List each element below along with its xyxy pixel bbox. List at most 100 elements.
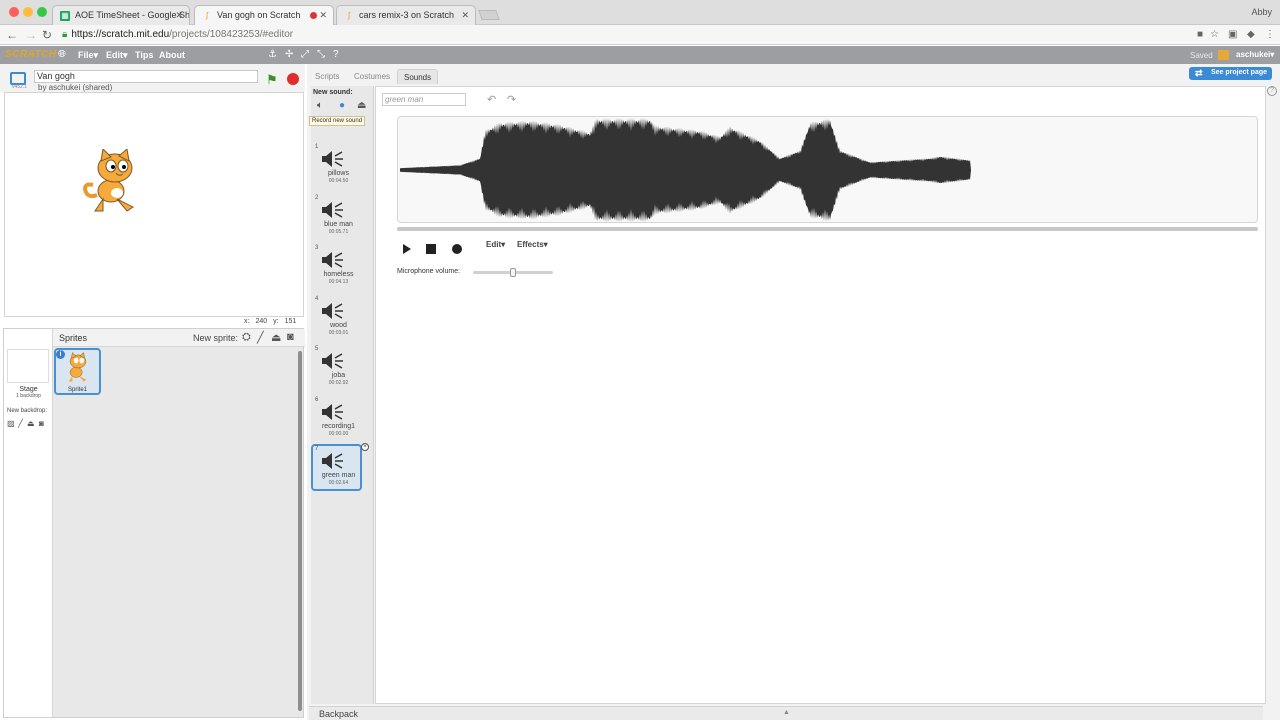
green-flag-icon[interactable]: ⚑ xyxy=(266,72,278,88)
stage-column: Stage 1 backdrop New backdrop: ▨ ╱ ⏏ ◙ xyxy=(4,329,53,717)
close-tab-icon[interactable]: ✕ xyxy=(461,10,469,21)
extension-icon[interactable]: ▣ xyxy=(1228,29,1237,40)
sound-duration: 00:02.64 xyxy=(328,480,349,486)
extension-shield-icon[interactable]: ◆ xyxy=(1247,29,1255,40)
sound-item[interactable]: 2 blue man 00:05.71 xyxy=(313,195,364,242)
scratch-icon: ʃ xyxy=(206,11,208,20)
bookmark-star-icon[interactable]: ☆ xyxy=(1210,29,1219,40)
sound-item[interactable]: 7 green man 00:02.64 × xyxy=(311,443,369,491)
paint-sprite-icon[interactable]: ╱ xyxy=(257,331,264,344)
sound-duration: 00:04.50 xyxy=(328,178,349,184)
editor-area: Scripts Costumes Sounds ⇄ See project pag… xyxy=(307,64,1280,720)
stage-canvas[interactable] xyxy=(4,92,304,317)
edit-menu[interactable]: Edit▾ xyxy=(106,50,128,61)
sound-name: pillows xyxy=(327,170,349,177)
maximize-window-button[interactable] xyxy=(37,7,47,17)
sound-item[interactable]: 6 recording1 00:00.00 xyxy=(313,397,364,444)
waveform-view[interactable] xyxy=(397,116,1258,223)
forward-arrow-icon[interactable]: → xyxy=(25,28,37,42)
undo-icon[interactable]: ↶ xyxy=(487,93,496,106)
browser-user-name[interactable]: Abby xyxy=(1251,7,1272,17)
url-field[interactable]: 🔒︎ https://scratch.mit.edu/projects/10842… xyxy=(62,29,293,40)
stop-button[interactable] xyxy=(287,73,299,85)
sprite-library-icon[interactable]: ⛭ xyxy=(242,331,251,344)
tab-sounds[interactable]: Sounds xyxy=(397,69,439,84)
backdrop-count: 1 backdrop xyxy=(16,393,41,399)
minimize-window-button[interactable] xyxy=(23,7,33,17)
globe-icon[interactable]: 🌐︎ xyxy=(58,49,66,60)
browser-tab-van-gogh[interactable]: ʃ Van gogh on Scratch ✕ xyxy=(194,5,334,26)
microphone-icon[interactable]: ● xyxy=(339,100,345,111)
sound-name-input[interactable]: green man xyxy=(382,93,466,106)
delete-sound-icon[interactable]: × xyxy=(361,443,369,451)
microphone-volume-label: Microphone volume: xyxy=(397,268,461,275)
sound-item[interactable]: 3 homeless 00:04.13 xyxy=(313,245,364,292)
url-host: https://scratch.mit.edu xyxy=(71,29,170,40)
sprite-pane-scrollbar[interactable] xyxy=(298,351,302,711)
sound-number: 6 xyxy=(315,396,319,403)
stop-sound-button[interactable] xyxy=(423,241,439,257)
close-tab-icon[interactable]: ✕ xyxy=(175,10,183,21)
swap-arrows-icon: ⇄ xyxy=(1195,68,1203,78)
close-window-button[interactable] xyxy=(9,7,19,17)
new-tab-button[interactable] xyxy=(478,10,500,20)
account-menu[interactable]: aschukei▾ xyxy=(1236,50,1274,59)
my-stuff-folder-icon[interactable] xyxy=(1218,50,1229,60)
microphone-volume-slider[interactable] xyxy=(473,268,553,277)
backpack-bar[interactable]: Backpack ▲ xyxy=(309,706,1263,720)
sound-item[interactable]: 5 joba 00:02.92 xyxy=(313,346,364,393)
sound-name: joba xyxy=(331,372,346,379)
project-title-input[interactable]: Van gogh xyxy=(34,70,258,83)
backdrop-library-icon[interactable]: ▨ xyxy=(7,419,15,428)
sound-item[interactable]: 1 pillows 00:04.50 xyxy=(313,144,364,191)
tab-scripts[interactable]: Scripts xyxy=(309,69,345,84)
grow-icon[interactable]: ⤢ xyxy=(301,49,309,60)
sound-number: 7 xyxy=(315,446,319,452)
browser-tab-timesheet[interactable]: ▦ AOE TimeSheet - Google Shee ✕ xyxy=(52,5,190,25)
about-menu[interactable]: About xyxy=(159,50,185,60)
sprite-thumbnail-sprite1[interactable]: i Sprite1 xyxy=(54,348,101,395)
sound-library-icon[interactable]: 🔈︎ xyxy=(317,100,323,111)
duplicate-stamp-icon[interactable]: ⚓︎ xyxy=(268,49,277,60)
play-button[interactable] xyxy=(398,241,414,257)
sprites-header: Sprites New sprite: ⛭ ╱ ⏏ ◙ xyxy=(53,329,305,347)
slider-thumb[interactable] xyxy=(510,268,516,277)
scratch-logo[interactable]: SCRATCH xyxy=(5,49,57,60)
stage-thumbnail[interactable] xyxy=(7,349,49,383)
expand-arrow-icon[interactable]: ▲ xyxy=(783,709,790,716)
reload-icon[interactable]: ↻ xyxy=(42,28,52,42)
sound-edit-menu[interactable]: Edit▾ xyxy=(486,240,505,249)
close-tab-icon[interactable]: ✕ xyxy=(319,10,327,21)
browser-menu-icon[interactable]: ⋮ xyxy=(1265,29,1275,40)
redo-icon[interactable]: ↷ xyxy=(507,93,516,106)
camera-icon[interactable]: ■ xyxy=(1197,29,1203,40)
upload-sound-icon[interactable]: ⏏ xyxy=(357,100,366,111)
tab-title: AOE TimeSheet - Google Shee xyxy=(75,10,190,20)
upload-sprite-icon[interactable]: ⏏ xyxy=(271,331,281,344)
tab-costumes[interactable]: Costumes xyxy=(348,69,396,84)
paint-backdrop-icon[interactable]: ╱ xyxy=(18,419,23,428)
help-button[interactable]: ? xyxy=(1267,86,1277,96)
sound-item[interactable]: 4 wood 00:03.01 xyxy=(313,296,364,343)
camera-sprite-icon[interactable]: ◙ xyxy=(287,331,294,343)
speaker-icon xyxy=(322,151,343,167)
file-menu[interactable]: File▾ xyxy=(78,50,98,61)
shrink-icon[interactable]: ⤡ xyxy=(317,49,325,60)
lock-icon: 🔒︎ xyxy=(62,29,68,40)
sound-editor: green man ↶ ↷ Edit▾ Effects▾ Microphone … xyxy=(375,86,1266,704)
help-icon[interactable]: ? xyxy=(333,49,339,60)
cat-sprite[interactable] xyxy=(83,149,147,215)
delete-scissors-icon[interactable]: ✢ xyxy=(285,49,293,60)
saved-status: Saved xyxy=(1190,51,1213,60)
see-project-page-button[interactable]: ⇄ See project page xyxy=(1189,67,1273,80)
camera-backdrop-icon[interactable]: ◙ xyxy=(39,419,44,428)
tips-menu[interactable]: Tips xyxy=(135,50,153,60)
browser-tab-cars-remix[interactable]: ʃ cars remix-3 on Scratch ✕ xyxy=(336,5,476,25)
waveform-scrollbar[interactable] xyxy=(397,227,1258,231)
back-arrow-icon[interactable]: ← xyxy=(6,28,18,42)
browser-address-bar: ← → ↻ 🔒︎ https://scratch.mit.edu/projects… xyxy=(0,25,1280,45)
upload-backdrop-icon[interactable]: ⏏ xyxy=(27,419,35,428)
sound-effects-menu[interactable]: Effects▾ xyxy=(517,240,548,249)
record-button[interactable] xyxy=(449,241,465,257)
sound-duration: 00:04.13 xyxy=(328,279,349,285)
